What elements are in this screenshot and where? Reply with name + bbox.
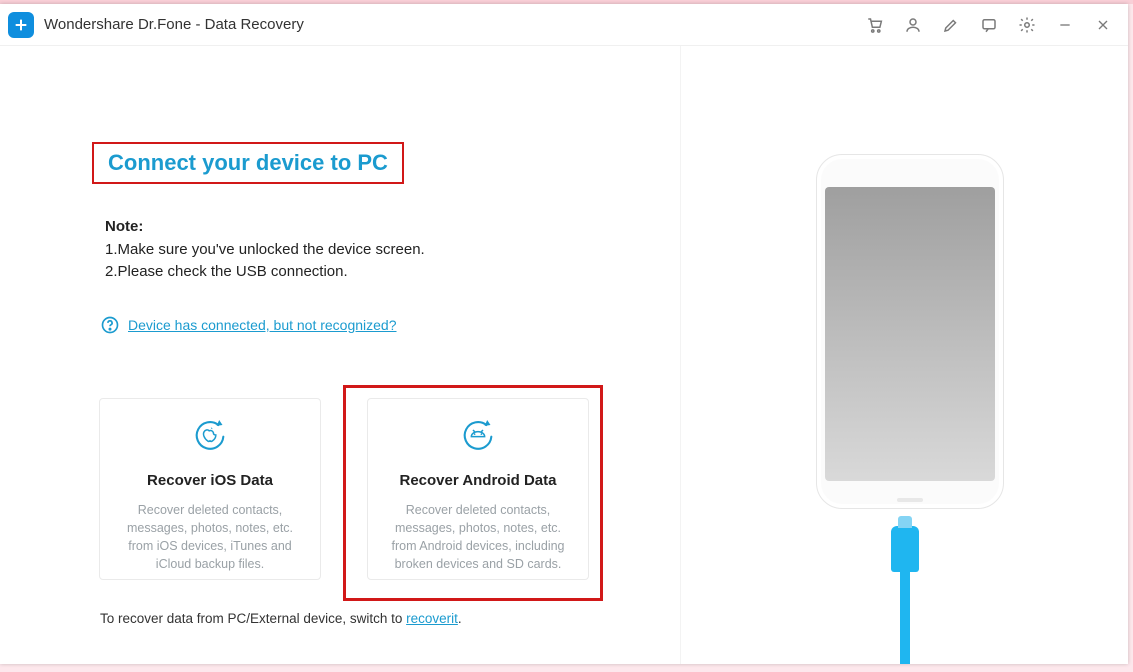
phone-illustration [816,154,1004,509]
phone-screen [825,187,995,481]
note-label: Note: [105,216,425,239]
android-recover-icon [458,415,498,460]
app-window: Wondershare Dr.Fone - Data Recovery [0,4,1128,664]
footer-prefix: To recover data from PC/External device,… [100,611,406,626]
ios-card-desc: Recover deleted contacts, messages, phot… [114,501,306,574]
cart-icon[interactable] [858,8,892,42]
page-heading: Connect your device to PC [108,150,388,176]
footer-text: To recover data from PC/External device,… [100,611,462,626]
ios-card-title: Recover iOS Data [147,472,273,489]
android-card-title: Recover Android Data [400,472,557,489]
recover-ios-card[interactable]: Recover iOS Data Recover deleted contact… [99,398,321,580]
recover-android-card[interactable]: Recover Android Data Recover deleted con… [367,398,589,580]
android-card-desc: Recover deleted contacts, messages, phot… [382,501,574,574]
content-area: Connect your device to PC Note: 1.Make s… [0,46,1128,664]
ios-recover-icon [190,415,230,460]
app-title: Wondershare Dr.Fone - Data Recovery [44,16,304,33]
minimize-button[interactable] [1048,8,1082,42]
app-logo-icon [8,12,34,38]
titlebar-actions [858,8,1120,42]
account-icon[interactable] [896,8,930,42]
usb-cable-icon [900,570,910,664]
help-link[interactable]: Device has connected, but not recognized… [128,317,397,333]
right-pane [680,46,1128,664]
note-line-2: 2.Please check the USB connection. [105,261,425,284]
cards-row: Recover iOS Data Recover deleted contact… [99,398,589,580]
help-icon [100,315,120,335]
phone-home-indicator [897,498,923,502]
close-button[interactable] [1086,8,1120,42]
edit-icon[interactable] [934,8,968,42]
note-block: Note: 1.Make sure you've unlocked the de… [105,216,425,284]
settings-icon[interactable] [1010,8,1044,42]
titlebar-left: Wondershare Dr.Fone - Data Recovery [8,12,304,38]
usb-plug-icon [891,526,919,572]
help-row: Device has connected, but not recognized… [100,315,397,335]
footer-suffix: . [458,611,462,626]
left-pane: Connect your device to PC Note: 1.Make s… [0,46,680,664]
heading-highlight-box: Connect your device to PC [92,142,404,184]
feedback-icon[interactable] [972,8,1006,42]
footer-link[interactable]: recoverit [406,611,458,626]
titlebar: Wondershare Dr.Fone - Data Recovery [0,4,1128,46]
note-line-1: 1.Make sure you've unlocked the device s… [105,239,425,262]
